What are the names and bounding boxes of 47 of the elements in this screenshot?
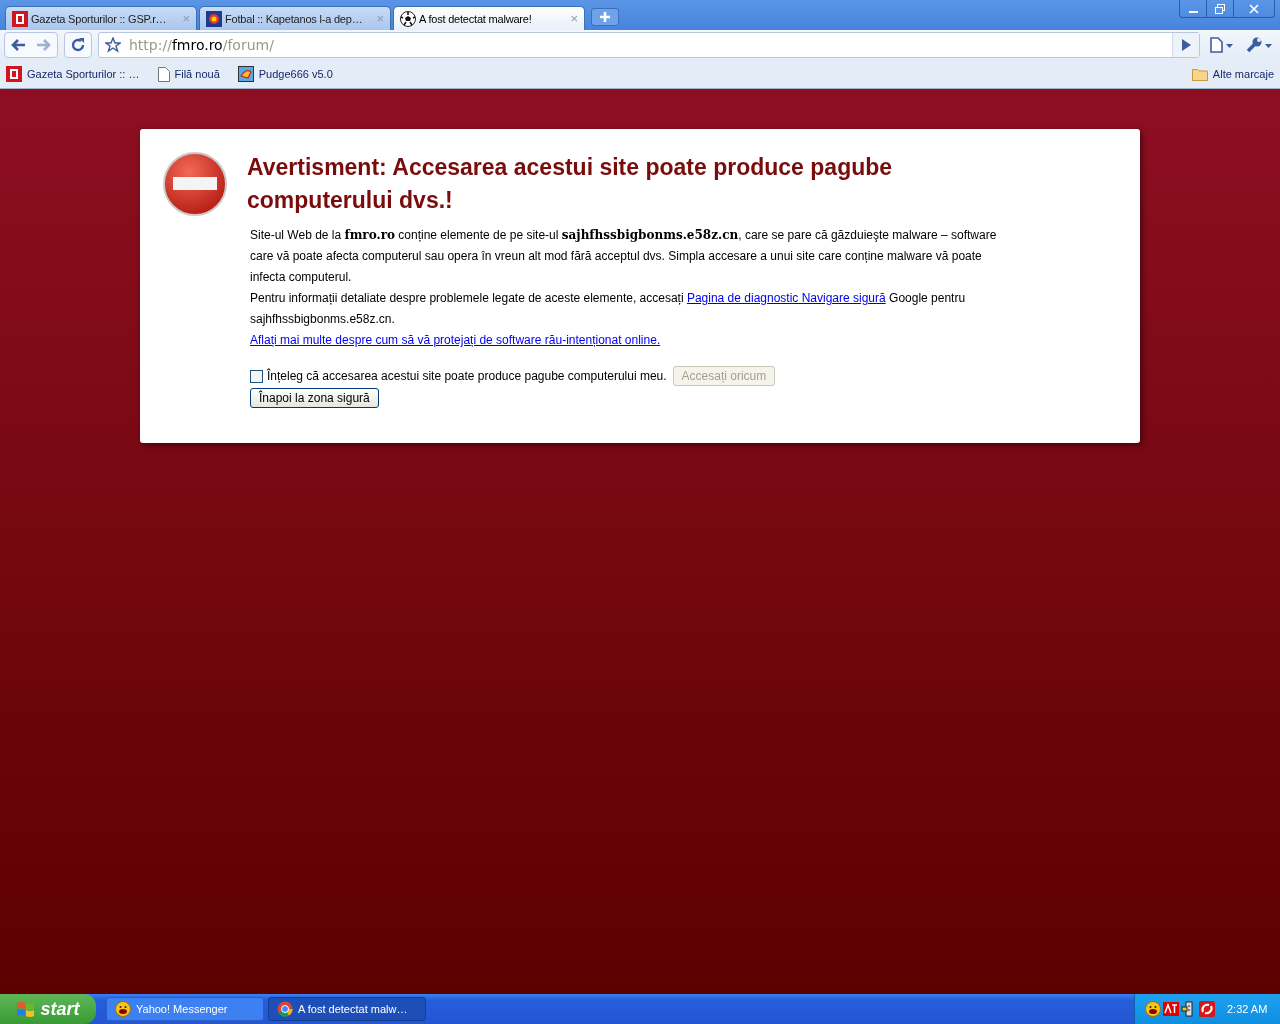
browser-tab[interactable]: Fotbal :: Kapetanos l-a dep… × — [199, 6, 391, 30]
site-logo-icon — [6, 66, 22, 82]
tray-logo-icon — [1163, 1002, 1179, 1016]
taskbar-button[interactable]: A fost detectat malw… — [268, 997, 426, 1021]
wrench-icon — [1246, 37, 1274, 53]
bookmark-item[interactable]: Gazeta Sporturilor :: … — [6, 66, 140, 82]
page-icon — [157, 66, 170, 82]
stop-sign-icon — [162, 151, 228, 217]
swirl-icon — [1199, 1001, 1215, 1017]
star-icon[interactable] — [105, 37, 121, 53]
play-icon — [1181, 39, 1191, 51]
windows-logo-icon — [16, 1000, 37, 1018]
browser-tab[interactable]: A fost detectat malware! × — [393, 6, 585, 30]
go-button[interactable] — [1172, 33, 1199, 57]
minimize-icon — [1188, 10, 1198, 13]
address-field[interactable]: http://fmro.ro/forum/ — [98, 32, 1200, 58]
learn-more-link[interactable]: Aflați mai multe despre cum să vă protejați de software rău-intenționat online. — [250, 333, 661, 347]
taskbar-button[interactable]: Yahoo! Messenger — [106, 997, 264, 1021]
diagnostic-link[interactable]: Pagina de diagnostic Navigare sigură — [686, 291, 886, 305]
bookmark-item[interactable]: Pudge666 v5.0 — [237, 66, 333, 82]
other-bookmarks-item[interactable]: Alte marcaje — [1191, 67, 1274, 81]
reload-icon — [70, 37, 86, 53]
smiley-icon — [115, 1001, 131, 1017]
site-logo-icon — [12, 10, 28, 27]
app-icon — [237, 66, 254, 82]
checkbox[interactable] — [250, 369, 263, 383]
page-icon — [1209, 37, 1235, 53]
soccer-ball-icon — [400, 10, 416, 27]
warning-title: Avertisment: Accesarea acestui site poate produce pagube computerului dvs.! — [247, 153, 894, 215]
forward-arrow-icon — [36, 38, 52, 52]
plus-icon — [599, 11, 611, 23]
close-icon — [1248, 3, 1260, 14]
clock: 2:32 AM — [1227, 1003, 1268, 1015]
smiley-icon — [1145, 1001, 1161, 1017]
back-arrow-icon — [10, 38, 26, 52]
browser-tab[interactable]: Gazeta Sporturilor :: GSP.r… × — [5, 6, 197, 30]
crest-icon — [206, 10, 222, 27]
reload-button[interactable] — [64, 32, 92, 58]
back-to-safety-button[interactable]: Înapoi la zona sigură — [250, 388, 379, 408]
folder-icon — [1191, 67, 1208, 81]
bookmark-item[interactable]: Filă nouă — [157, 66, 220, 82]
warning-paragraph: Site-ul Web de la fmro.ro conține elemente de pe site-ul sajhfhssbigbonms.e58z.cn, care se pare că găzduieşte malware – software care vă poate afecta computerul sau opera în vreun alt mod fără acceptul dvs. Simpla accesare a unui site care conține malware vă poate infecta computerul. — [250, 227, 998, 286]
restore-icon — [1214, 3, 1226, 14]
new-tab-button[interactable] — [591, 8, 619, 26]
details-paragraph: Pentru informații detaliate despre problemele legate de aceste elemente, accesați Pagina de diagnostic Navigare sigură Google pentru sajhfhssbigbonms.e58z.cn. — [250, 290, 967, 328]
browser-logo-icon — [277, 1001, 293, 1017]
checkbox-label: Înțeleg că accesarea acestui site poate produce pagube computerului meu. — [267, 369, 667, 383]
